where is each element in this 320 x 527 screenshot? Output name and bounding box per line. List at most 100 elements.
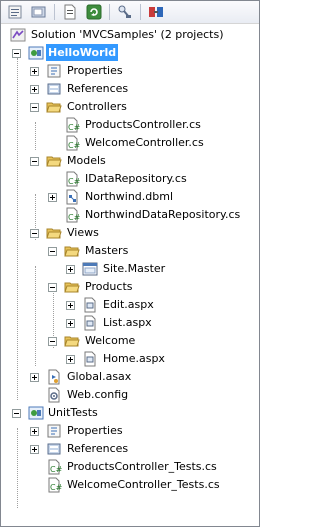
csharp-file-icon: C#: [66, 135, 80, 151]
expand-toggle[interactable]: [48, 193, 57, 202]
expand-toggle[interactable]: [30, 85, 39, 94]
tree-item-edit-aspx[interactable]: Edit.aspx: [1, 296, 257, 314]
view-code-button[interactable]: [59, 2, 81, 22]
master-page-icon: [82, 262, 98, 276]
tree-item-properties[interactable]: Properties: [1, 62, 257, 80]
folder-open-icon: [64, 336, 80, 347]
tree-item-web-config[interactable]: Web.config: [1, 386, 257, 404]
aspx-file-icon: [84, 351, 96, 367]
expand-toggle[interactable]: [66, 265, 75, 274]
tree-item-helloworld[interactable]: HelloWorld: [1, 44, 257, 62]
collapse-toggle[interactable]: [30, 157, 39, 166]
class-diagram-button[interactable]: [145, 2, 167, 22]
csharp-project-icon: [28, 406, 44, 420]
tree-item-models[interactable]: Models: [1, 152, 257, 170]
hierarchy-icon: [118, 5, 131, 18]
expand-toggle[interactable]: [30, 373, 39, 382]
tree-item-label: Properties: [67, 64, 123, 77]
csharp-file-icon: C#: [48, 477, 62, 493]
properties-button[interactable]: [4, 2, 26, 22]
tree-item-label: References: [67, 82, 129, 95]
tree-item-label: List.aspx: [103, 316, 152, 329]
tree-item-ut-references[interactable]: References: [1, 440, 257, 458]
tree-item-label: Models: [67, 154, 106, 167]
collapse-toggle[interactable]: [48, 247, 57, 256]
tree-item-label: Views: [67, 226, 99, 239]
folder-open-icon: [46, 102, 62, 113]
tree-item-unittests[interactable]: UnitTests: [1, 404, 257, 422]
tree-item-welcome-controller-tests[interactable]: C# WelcomeController_Tests.cs: [1, 476, 257, 494]
tree-item-solution[interactable]: Solution 'MVCSamples' (2 projects): [1, 26, 257, 44]
tree-item-home-aspx[interactable]: Home.aspx: [1, 350, 257, 368]
expand-toggle[interactable]: [66, 355, 75, 364]
folder-open-icon: [64, 246, 80, 257]
aspx-file-icon: [84, 315, 96, 331]
svg-text:C#: C#: [68, 213, 80, 222]
tree-item-label: ProductsController.cs: [85, 118, 201, 131]
csharp-project-icon: [28, 46, 44, 60]
tree-item-label: Site.Master: [103, 262, 166, 275]
class-diagram-icon: [149, 7, 163, 17]
tree-item-label: Edit.aspx: [103, 298, 154, 311]
refresh-icon: [86, 4, 102, 20]
tree-item-label: WelcomeController_Tests.cs: [67, 478, 220, 491]
tree-item-site-master[interactable]: Site.Master: [1, 260, 257, 278]
properties-icon: [8, 5, 22, 19]
expand-toggle[interactable]: [66, 319, 75, 328]
tree-item-label: HelloWorld: [46, 44, 119, 61]
tree-item-global-asax[interactable]: Global.asax: [1, 368, 257, 386]
csharp-file-icon: C#: [66, 117, 80, 133]
toolbar-separator: [54, 4, 55, 20]
nest-related-files-button[interactable]: [114, 2, 136, 22]
properties-folder-icon: [47, 424, 61, 438]
solution-tree: Solution 'MVCSamples' (2 projects) Hello…: [1, 26, 257, 508]
tree-item-views[interactable]: Views: [1, 224, 257, 242]
collapse-toggle[interactable]: [48, 283, 57, 292]
svg-text:C#: C#: [68, 141, 80, 150]
tree-item-idata-repository[interactable]: C# IDataRepository.cs: [1, 170, 257, 188]
tree-item-northwind-data-repository[interactable]: C# NorthwindDataRepository.cs: [1, 206, 257, 224]
csharp-file-icon: C#: [66, 171, 80, 187]
tree-item-label: IDataRepository.cs: [85, 172, 187, 185]
tree-item-masters[interactable]: Masters: [1, 242, 257, 260]
expand-toggle[interactable]: [30, 67, 39, 76]
tree-item-products[interactable]: Products: [1, 278, 257, 296]
tree-item-label: Web.config: [67, 388, 129, 401]
expand-toggle[interactable]: [30, 445, 39, 454]
tree-item-list-aspx[interactable]: List.aspx: [1, 314, 257, 332]
tree-item-northwind-dbml[interactable]: Northwind.dbml: [1, 188, 257, 206]
tree-item-welcome-controller[interactable]: C# WelcomeController.cs: [1, 134, 257, 152]
tree-item-references[interactable]: References: [1, 80, 257, 98]
references-icon: [47, 83, 61, 95]
solution-explorer-toolbar: [1, 1, 259, 24]
csharp-file-icon: C#: [66, 207, 80, 223]
refresh-button[interactable]: [83, 2, 105, 22]
collapse-toggle[interactable]: [48, 337, 57, 346]
properties-folder-icon: [47, 64, 61, 78]
tree-item-products-controller-tests[interactable]: C# ProductsController_Tests.cs: [1, 458, 257, 476]
tree-item-label: Controllers: [67, 100, 127, 113]
show-all-files-button[interactable]: [28, 2, 50, 22]
tree-item-label: Masters: [85, 244, 129, 257]
tree-item-label: Welcome: [85, 334, 136, 347]
collapse-toggle[interactable]: [30, 103, 39, 112]
expand-toggle[interactable]: [30, 427, 39, 436]
aspx-file-icon: [84, 297, 96, 313]
tree-item-controllers[interactable]: Controllers: [1, 98, 257, 116]
tree-item-ut-properties[interactable]: Properties: [1, 422, 257, 440]
show-all-files-icon: [31, 6, 46, 18]
collapse-toggle[interactable]: [30, 229, 39, 238]
expand-toggle[interactable]: [66, 301, 75, 310]
tree-item-label: Products: [85, 280, 133, 293]
collapse-toggle[interactable]: [12, 49, 21, 58]
tree-item-label: References: [67, 442, 129, 455]
toolbar-separator: [140, 4, 141, 20]
tree-item-label: Properties: [67, 424, 123, 437]
collapse-toggle[interactable]: [12, 409, 21, 418]
tree-item-products-controller[interactable]: C# ProductsController.cs: [1, 116, 257, 134]
tree-item-welcome[interactable]: Welcome: [1, 332, 257, 350]
svg-text:C#: C#: [68, 123, 80, 132]
tree-item-label: WelcomeController.cs: [85, 136, 204, 149]
folder-open-icon: [46, 228, 62, 239]
folder-open-icon: [46, 156, 62, 167]
